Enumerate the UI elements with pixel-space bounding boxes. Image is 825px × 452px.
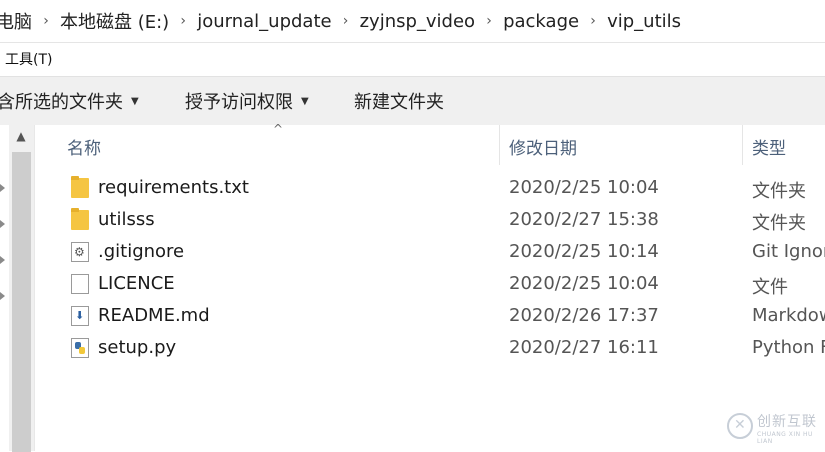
chevron-right-icon[interactable]: › (169, 13, 197, 29)
column-header-name[interactable]: 名称 (67, 134, 101, 159)
dropdown-caret-icon: ▼ (131, 95, 139, 107)
dropdown-caret-icon: ▼ (301, 95, 309, 107)
expand-arrow-icon[interactable] (0, 256, 5, 264)
file-list: requirements.txt 2020/2/25 10:04 文件夹 uti… (35, 172, 825, 364)
menu-bar: 工具(T) (0, 43, 825, 75)
column-header-type[interactable]: 类型 (752, 134, 786, 159)
folder-icon (71, 176, 89, 198)
file-modified: 2020/2/27 15:38 (509, 209, 659, 230)
column-header-modified[interactable]: 修改日期 (509, 134, 577, 159)
file-row[interactable]: utilsss 2020/2/27 15:38 文件夹 (35, 204, 825, 236)
file-name: setup.py (98, 337, 177, 358)
file-row[interactable]: setup.py 2020/2/27 16:11 Python F (35, 332, 825, 364)
file-modified: 2020/2/27 16:11 (509, 337, 659, 358)
watermark-icon (727, 413, 753, 439)
file-modified: 2020/2/26 17:37 (509, 305, 659, 326)
file-type: Python F (752, 337, 825, 358)
menu-tools[interactable]: 工具(T) (0, 49, 52, 69)
file-type: 文件夹 (752, 181, 806, 202)
file-name: requirements.txt (98, 177, 249, 198)
expand-arrow-icon[interactable] (0, 184, 5, 192)
file-name: .gitignore (98, 241, 185, 262)
command-bar: 含所选的文件夹 ▼ 授予访问权限 ▼ 新建文件夹 (0, 76, 825, 126)
file-name: utilsss (98, 209, 155, 230)
scroll-up-icon[interactable]: ▲ (15, 130, 27, 142)
navigation-pane[interactable] (0, 125, 9, 451)
chevron-right-icon[interactable]: › (475, 13, 503, 29)
markdown-file-icon: ⬇ (71, 306, 89, 326)
breadcrumb-item-drive[interactable]: 本地磁盘 (E:) (60, 8, 169, 34)
breadcrumb-item-package[interactable]: package (503, 11, 579, 32)
chevron-right-icon[interactable]: › (32, 13, 60, 29)
nav-scrollbar[interactable]: ▲ (9, 125, 35, 452)
address-bar[interactable]: 电脑 › 本地磁盘 (E:) › journal_update › zyjnsp… (0, 0, 825, 43)
breadcrumb-item-vip-utils[interactable]: vip_utils (607, 11, 681, 32)
breadcrumb-item-zyjnsp-video[interactable]: zyjnsp_video (360, 11, 475, 32)
column-divider[interactable] (499, 125, 500, 165)
file-row[interactable]: ⬇ README.md 2020/2/26 17:37 Markdow (35, 300, 825, 332)
file-modified: 2020/2/25 10:04 (509, 273, 659, 294)
include-in-library-label: 含所选的文件夹 (0, 92, 123, 113)
file-row[interactable]: requirements.txt 2020/2/25 10:04 文件夹 (35, 172, 825, 204)
file-type: 文件夹 (752, 213, 806, 234)
new-folder-button[interactable]: 新建文件夹 (354, 88, 444, 114)
include-in-library-button[interactable]: 含所选的文件夹 ▼ (0, 88, 139, 114)
chevron-right-icon[interactable]: › (579, 13, 607, 29)
chevron-right-icon[interactable]: › (332, 13, 360, 29)
file-type: Markdow (752, 305, 825, 326)
file-type: 文件 (752, 277, 788, 298)
file-type: Git Ignor (752, 241, 825, 262)
folder-icon (71, 208, 89, 230)
scrollbar-thumb[interactable] (12, 152, 31, 452)
file-name: LICENCE (98, 273, 175, 294)
file-row[interactable]: LICENCE 2020/2/25 10:04 文件 (35, 268, 825, 300)
breadcrumb-item-pc[interactable]: 电脑 (0, 8, 32, 34)
sort-ascending-icon: ^ (273, 122, 284, 136)
file-name: README.md (98, 305, 210, 326)
file-modified: 2020/2/25 10:14 (509, 241, 659, 262)
file-row[interactable]: ⚙ .gitignore 2020/2/25 10:14 Git Ignor (35, 236, 825, 268)
watermark-logo: 创新互联 CHUANG XIN HU LIAN (725, 405, 825, 451)
watermark-subtext: CHUANG XIN HU LIAN (757, 431, 813, 445)
new-folder-label: 新建文件夹 (354, 92, 444, 113)
grant-access-button[interactable]: 授予访问权限 ▼ (185, 88, 309, 114)
column-divider[interactable] (742, 125, 743, 165)
file-modified: 2020/2/25 10:04 (509, 177, 659, 198)
python-file-icon (71, 338, 89, 358)
column-headers: ^ 名称 修改日期 类型 (35, 122, 825, 165)
expand-arrow-icon[interactable] (0, 292, 5, 300)
breadcrumb-item-journal-update[interactable]: journal_update (197, 11, 331, 32)
gear-file-icon: ⚙ (71, 242, 89, 262)
watermark-text: 创新互联 (757, 414, 817, 430)
grant-access-label: 授予访问权限 (185, 92, 293, 113)
file-icon (71, 274, 89, 294)
expand-arrow-icon[interactable] (0, 220, 5, 228)
